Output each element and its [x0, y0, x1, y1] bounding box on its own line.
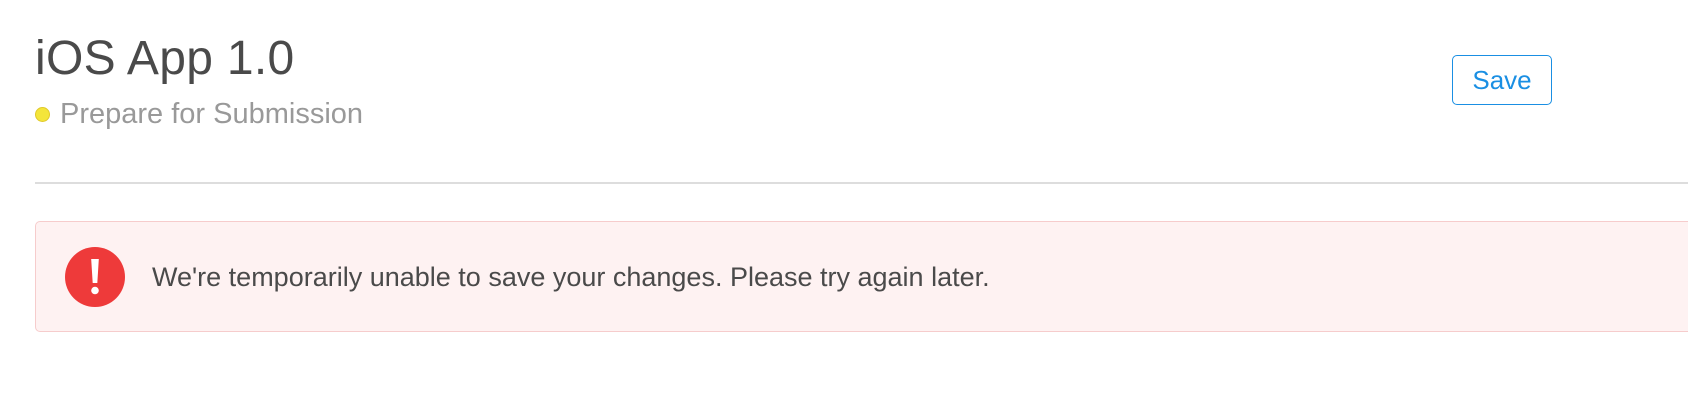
exclamation-icon [65, 247, 125, 307]
status-label: Prepare for Submission [60, 97, 364, 130]
error-message: We're temporarily unable to save your ch… [152, 262, 990, 292]
status-indicator: Prepare for Submission [35, 94, 363, 134]
page-title: iOS App 1.0 [35, 32, 295, 85]
status-dot-icon [35, 106, 50, 122]
app-version-page: iOS App 1.0 Prepare for Submission Save … [0, 0, 1688, 410]
error-banner: We're temporarily unable to save your ch… [35, 221, 1688, 332]
save-button[interactable]: Save [1452, 55, 1552, 105]
header-divider [35, 182, 1688, 184]
